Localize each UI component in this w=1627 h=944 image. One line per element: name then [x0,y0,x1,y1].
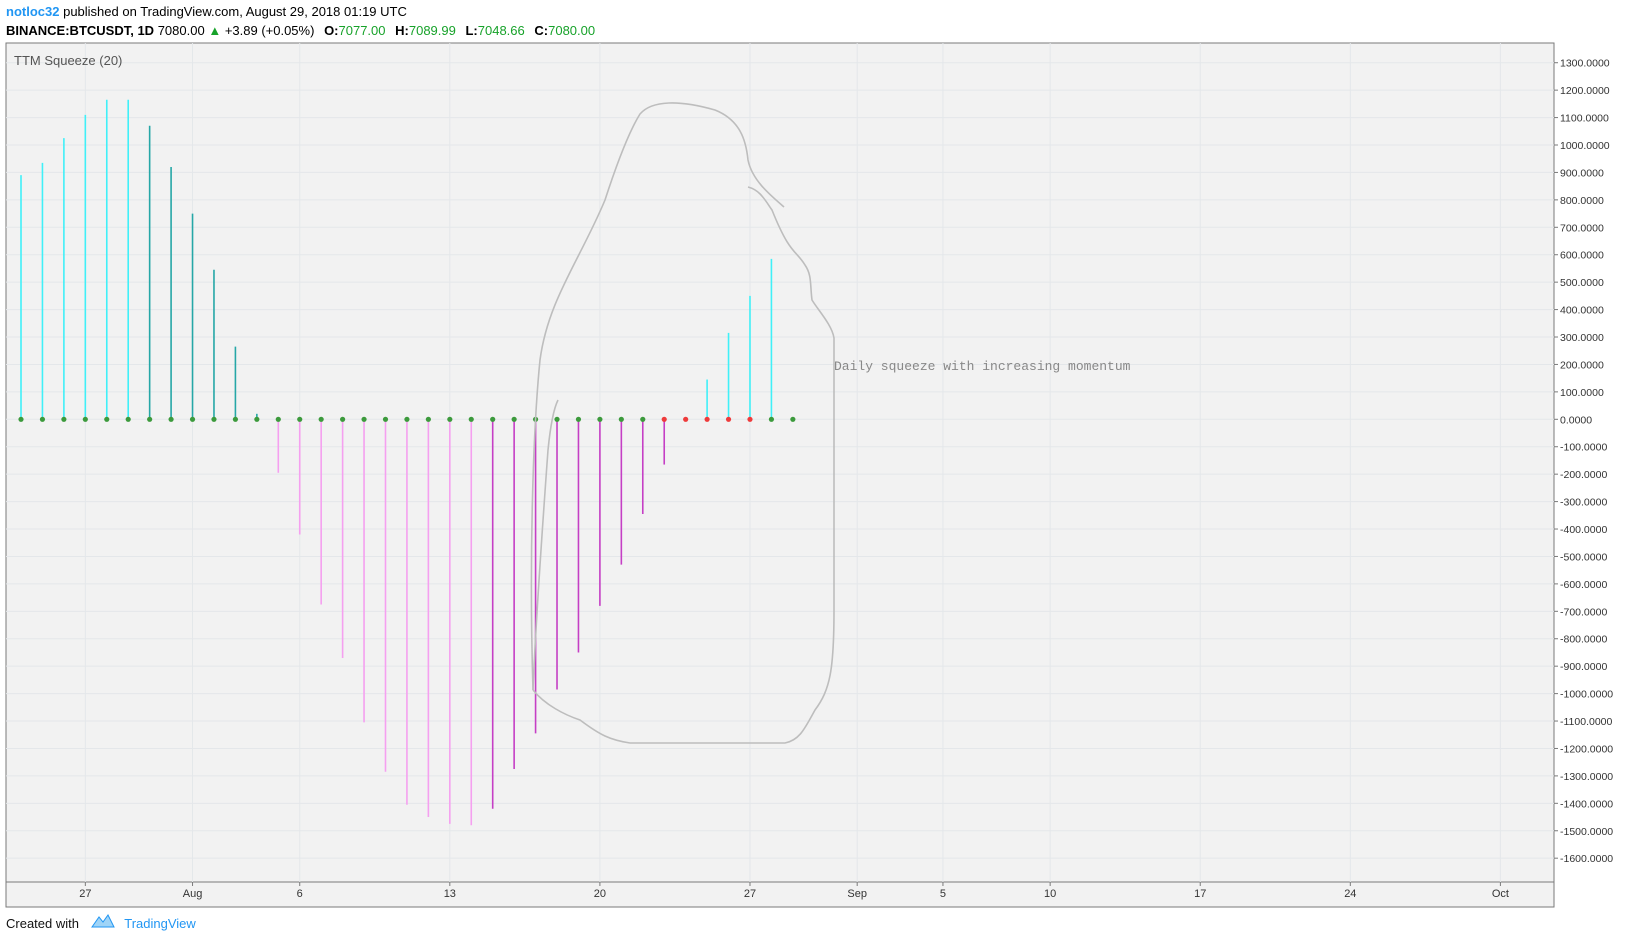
squeeze-off-dot [61,416,67,422]
squeeze-off-dot [490,416,496,422]
squeeze-off-dot [275,416,281,422]
y-tick-label: -600.0000 [1560,579,1607,591]
y-tick-label: 800.0000 [1560,195,1604,207]
y-tick-label: 200.0000 [1560,359,1604,371]
y-tick-label: 900.0000 [1560,167,1604,179]
y-tick-label: -1600.0000 [1560,853,1613,865]
y-tick-label: 1000.0000 [1560,140,1610,152]
y-tick-label: 1100.0000 [1560,113,1609,125]
squeeze-off-dot [18,416,24,422]
annotation-text: Daily squeeze with increasing momentum [834,359,1131,374]
x-tick-label: 27 [744,888,756,900]
y-tick-label: -900.0000 [1560,661,1607,673]
x-tick-label: 6 [297,888,303,900]
squeeze-off-dot [618,416,624,422]
squeeze-off-dot [361,416,367,422]
squeeze-off-dot [125,416,131,422]
y-tick-label: 600.0000 [1560,250,1604,262]
y-tick-label: 100.0000 [1560,387,1604,399]
squeeze-off-dot [468,416,474,422]
ttm-squeeze-chart[interactable]: TTM Squeeze (20) Daily squeeze with incr… [0,0,1627,944]
x-tick-label: 17 [1194,888,1206,900]
squeeze-off-dot [575,416,582,422]
indicator-title: TTM Squeeze (20) [14,53,122,68]
y-tick-label: -800.0000 [1560,634,1607,646]
squeeze-off-dot [447,416,453,422]
x-tick-label: Oct [1492,888,1509,900]
squeeze-off-dot [254,416,260,422]
y-tick-label: -1300.0000 [1560,771,1613,783]
squeeze-off-dot [340,416,346,422]
squeeze-off-dot [189,416,196,422]
x-tick-label: 10 [1044,888,1056,900]
y-tick-label: -1100.0000 [1560,716,1613,728]
squeeze-off-dot [404,416,410,422]
x-tick-label: Sep [847,888,867,900]
y-tick-label: -1500.0000 [1560,826,1613,838]
squeeze-off-dot [297,416,303,422]
squeeze-off-dot [554,416,560,422]
squeeze-on-dot [747,416,753,422]
y-tick-label: -1200.0000 [1560,743,1613,755]
x-tick-label: 13 [444,888,456,900]
x-tick-label: 5 [940,888,946,900]
y-tick-label: 0.0000 [1560,414,1592,426]
squeeze-off-dot [104,416,110,422]
squeeze-off-dot [211,416,217,422]
squeeze-off-dot [597,416,603,422]
squeeze-off-dot [382,416,389,422]
squeeze-off-dot [640,416,646,422]
squeeze-off-dot [147,416,153,422]
squeeze-on-dot [704,416,710,422]
y-tick-label: -200.0000 [1560,469,1607,481]
tradingview-link[interactable]: TradingView [124,916,196,931]
y-tick-label: -1400.0000 [1560,798,1613,810]
x-tick-label: 24 [1344,888,1356,900]
squeeze-off-dot [318,416,324,422]
squeeze-off-dot [82,416,88,422]
squeeze-off-dot [39,416,46,422]
y-tick-label: 500.0000 [1560,277,1604,289]
y-tick-label: -300.0000 [1560,497,1607,509]
y-tick-label: 400.0000 [1560,305,1604,317]
y-tick-label: -100.0000 [1560,442,1607,454]
squeeze-off-dot [790,416,796,422]
x-tick-label: 27 [79,888,91,900]
squeeze-off-dot [168,416,174,422]
squeeze-off-dot [511,416,517,422]
squeeze-on-dot [725,416,732,422]
y-tick-label: 300.0000 [1560,332,1604,344]
y-tick-label: -500.0000 [1560,551,1607,563]
tradingview-logo-icon[interactable] [90,913,115,937]
y-tick-label: 1300.0000 [1560,58,1610,70]
squeeze-on-dot [683,416,689,422]
x-tick-label: 20 [594,888,606,900]
squeeze-off-dot [232,416,239,422]
y-tick-label: -400.0000 [1560,524,1607,536]
squeeze-off-dot [425,416,431,422]
x-tick-label: Aug [183,888,203,900]
y-tick-label: -1000.0000 [1560,689,1613,701]
squeeze-on-dot [661,416,667,422]
created-with-text: Created with [6,916,79,931]
y-tick-label: 1200.0000 [1560,85,1610,97]
y-tick-label: -700.0000 [1560,606,1607,618]
y-tick-label: 700.0000 [1560,222,1604,234]
footer: Created with TradingView [6,912,196,936]
squeeze-off-dot [768,416,775,422]
